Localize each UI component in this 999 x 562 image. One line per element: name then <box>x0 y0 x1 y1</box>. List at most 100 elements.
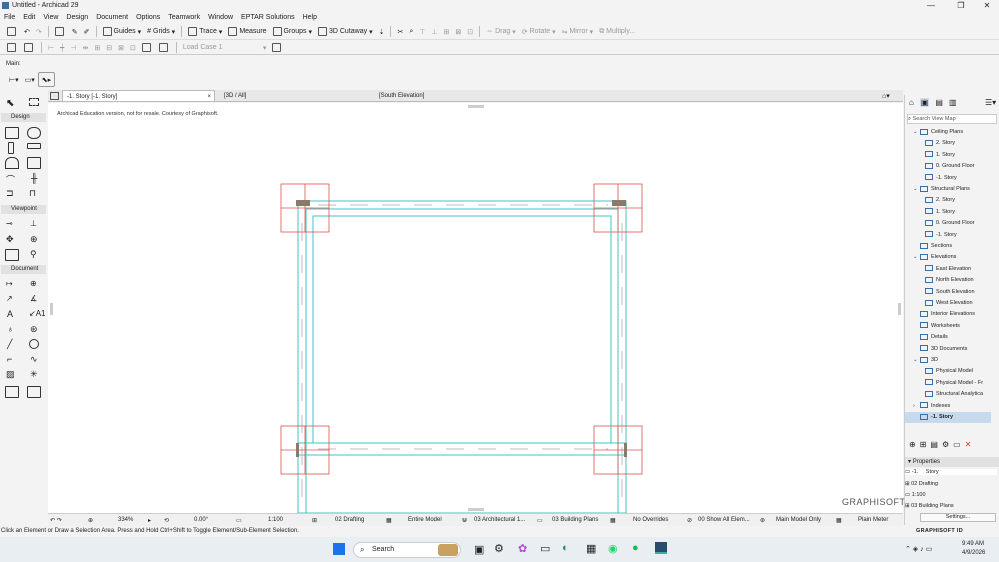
properties-scale[interactable]: ▭ 1:100 <box>905 492 926 498</box>
layers-icon[interactable] <box>4 40 21 55</box>
menu-options[interactable]: Options <box>132 12 164 23</box>
align-left-icon[interactable]: ⊢ <box>45 40 57 55</box>
settings-button[interactable]: Settings... <box>920 513 996 522</box>
marquee-icon[interactable]: ▭▾ <box>22 72 38 87</box>
model-view-value[interactable]: Entire Model <box>408 517 442 523</box>
layout-book-icon[interactable]: ▤ <box>935 98 943 107</box>
tree-ceiling-minus1[interactable]: -1. Story <box>925 173 957 184</box>
structural-icon[interactable] <box>139 40 156 55</box>
overrides-value[interactable]: No Overrides <box>633 517 668 523</box>
figure-tool-icon[interactable] <box>5 386 19 398</box>
building-plans-value[interactable]: 03 Building Plans <box>552 517 598 523</box>
tree-elevations[interactable]: ⌄ Elevations <box>913 252 956 263</box>
delete-icon[interactable]: ✕ <box>965 440 972 449</box>
show-all-value[interactable]: 00 Show All Elem... <box>698 517 750 523</box>
whatsapp-icon[interactable]: ◉ <box>608 542 618 555</box>
tree-worksheets[interactable]: Worksheets <box>920 321 960 332</box>
interior-elevation-icon[interactable]: ✥ <box>6 234 14 245</box>
pen-icon[interactable]: ✎ <box>69 24 81 39</box>
clone-folder-icon[interactable]: ⊞ <box>920 440 927 449</box>
align-right-icon[interactable]: ⊣ <box>67 40 79 55</box>
menu-document[interactable]: Document <box>92 12 132 23</box>
angle-value[interactable]: 0.00° <box>194 517 208 523</box>
pen-sets-icon[interactable] <box>21 40 38 55</box>
tree-ceiling-2-story[interactable]: 2. Story <box>925 138 955 149</box>
roof-tool-icon[interactable] <box>5 157 19 169</box>
adjust-icon[interactable]: ⊞ <box>440 24 452 39</box>
level-dimension-icon[interactable]: ⊕ <box>30 279 37 288</box>
tree-structural-analytical[interactable]: Structural Analytica <box>925 389 983 400</box>
label-tool-icon[interactable]: ↙A1 <box>29 309 46 318</box>
magnifier-icon[interactable]: ⌕ <box>406 24 416 39</box>
tab-south-elevation[interactable]: [South Elevation] <box>375 90 525 102</box>
tab-menu-icon[interactable]: ⌂▾ <box>882 92 890 100</box>
brush-icon[interactable]: ✐ <box>81 24 93 39</box>
door-tool-icon[interactable]: ⊐ <box>6 188 14 199</box>
model-only-value[interactable]: Main Model Only <box>776 517 821 523</box>
undo-icon[interactable]: ↶ <box>21 24 33 39</box>
task-view-icon[interactable]: ▣ <box>474 543 484 556</box>
scale-value[interactable]: 1:100 <box>268 517 283 523</box>
tree-structural-ground[interactable]: 0. Ground Floor <box>925 218 975 229</box>
show-icon[interactable]: ⊘ <box>687 517 692 524</box>
stair-tool-icon[interactable]: ╫ <box>31 173 37 183</box>
tree-3d[interactable]: ⌄ 3D <box>913 355 938 366</box>
publisher-icon[interactable]: ▥ <box>949 98 957 107</box>
tree-ceiling-1-story[interactable]: 1. Story <box>925 150 955 161</box>
start-icon[interactable] <box>333 543 345 555</box>
minimize-button[interactable]: — <box>920 0 942 12</box>
load-case-select[interactable]: Load Case 1 ▾ <box>180 40 270 55</box>
edge-icon[interactable]: ◐ <box>562 542 569 554</box>
hotspot-tool-icon[interactable]: ✳ <box>30 369 38 380</box>
redo-icon[interactable]: ↷ <box>33 24 45 39</box>
tree-structural-1-story[interactable]: 1. Story <box>925 207 955 218</box>
view-map-icon[interactable]: ▣ <box>919 98 930 107</box>
clock-time[interactable]: 9:49 AM <box>962 541 984 547</box>
shell-tool-icon[interactable] <box>27 157 41 169</box>
open-view-icon[interactable]: ▭ <box>953 440 961 449</box>
tree-south-elevation[interactable]: South Elevation <box>925 287 975 298</box>
line-tool-icon[interactable]: ╱ <box>7 339 12 350</box>
building-icon[interactable]: ▭ <box>537 517 543 524</box>
copilot-icon[interactable]: ✿ <box>518 542 527 555</box>
arrow-cursor-icon[interactable]: ⬉▸ <box>37 72 56 87</box>
select-tool-icon[interactable] <box>52 24 69 39</box>
tree-east-elevation[interactable]: East Elevation <box>925 264 971 275</box>
zoom-icon[interactable]: ⊕ <box>88 517 93 524</box>
tree-3d-documents[interactable]: 3D Documents <box>920 344 967 355</box>
properties-header[interactable]: ▾ Properties <box>905 457 999 467</box>
worksheet-tool-icon[interactable]: ⊕ <box>30 234 38 245</box>
tree-interior-elevations[interactable]: Interior Elevations <box>920 309 975 320</box>
grids-button[interactable]: # Grids ▾ <box>144 24 178 39</box>
rotation-icon[interactable]: ⟲ <box>164 517 169 524</box>
drawing-tool-icon[interactable] <box>27 386 41 398</box>
meter-icon[interactable]: ▦ <box>836 517 842 524</box>
tab-overview-icon[interactable] <box>50 92 59 100</box>
zoom-dropdown-icon[interactable]: ▸ <box>148 517 151 524</box>
view-map-search[interactable]: ⌕ Search View Map <box>907 114 997 124</box>
lock-icon[interactable]: ⊠ <box>115 40 127 55</box>
camera-tool-icon[interactable]: ⚲ <box>30 249 37 260</box>
floor-plan-canvas[interactable] <box>48 103 903 513</box>
properties-id-row[interactable]: ▭ -1. Story <box>905 469 997 475</box>
rotate-button[interactable]: ⟳ Rotate ▾ <box>519 24 559 39</box>
menu-design[interactable]: Design <box>62 12 92 23</box>
radial-dimension-icon[interactable]: ↗ <box>6 294 13 303</box>
tray-icons[interactable]: ⌃ ◈ ♪ ▭ <box>905 545 932 553</box>
view-settings-icon[interactable]: ⚙ <box>942 440 949 449</box>
marquee-tool-icon[interactable] <box>29 98 39 106</box>
grid-element-icon[interactable]: ⊛ <box>30 324 38 335</box>
dimension-tool-icon[interactable]: ↦ <box>6 279 13 288</box>
circle-tool-icon[interactable] <box>29 339 39 349</box>
trace-button[interactable]: Trace ▾ <box>185 24 225 39</box>
detail-tool-icon[interactable] <box>5 249 19 261</box>
wall-tool-icon[interactable] <box>5 127 19 139</box>
tree-structural-2-story[interactable]: 2. Story <box>925 195 955 206</box>
group-icon[interactable]: ⊞ <box>91 40 103 55</box>
mirror-button[interactable]: ⇋ Mirror ▾ <box>559 24 597 39</box>
scale-icon[interactable]: ▭ <box>236 517 242 524</box>
multiply-button[interactable]: ⧉ Multiply... <box>596 24 638 39</box>
menu-window[interactable]: Window <box>204 12 237 23</box>
viewpoint-section-header[interactable]: Viewpoint <box>1 205 46 214</box>
renovation-icon[interactable]: ⋓ <box>462 517 467 524</box>
